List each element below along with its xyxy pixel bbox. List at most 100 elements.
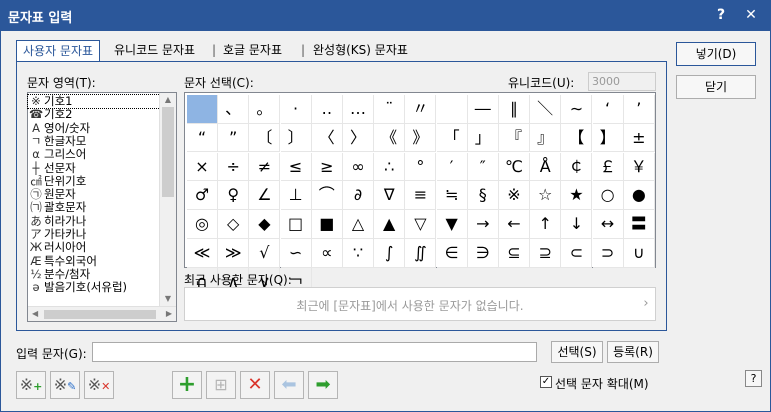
char-area-item[interactable]: A 영어/숫자 (28, 121, 160, 135)
char-cell[interactable]: ‥ (311, 95, 343, 124)
char-cell[interactable]: 〓 (623, 210, 655, 239)
input-chars-field[interactable] (92, 342, 537, 362)
char-cell[interactable]: × (187, 152, 218, 182)
tab-ks-charmap[interactable]: 완성형(KS) 문자표 (313, 40, 408, 62)
char-cell[interactable]: “ (187, 123, 218, 153)
char-cell[interactable]: 。 (249, 95, 281, 124)
char-cell[interactable]: ‘ (592, 95, 624, 124)
register-button[interactable]: 등록(R) (607, 341, 659, 363)
char-cell[interactable]: ※ (499, 181, 530, 210)
list-horizontal-scrollbar[interactable]: ◀ ▶ (28, 306, 176, 321)
char-cell[interactable]: ≫ (218, 239, 250, 268)
char-cell[interactable]: ★ (561, 181, 593, 210)
char-cell[interactable]: ← (499, 210, 530, 239)
char-cell[interactable]: ∼ (561, 95, 593, 124)
char-cell[interactable]: ′ (436, 152, 468, 182)
char-cell[interactable]: → (467, 210, 499, 239)
char-cell[interactable]: ∫ (374, 239, 406, 268)
char-grid[interactable]: 、。·‥…¨〃­―∥＼∼‘’ “”〔〕〈〉《》「」『』【】± ×÷≠≤≥∞∴°′″℃… (184, 92, 656, 297)
char-cell[interactable]: ↔ (592, 210, 624, 239)
char-cell[interactable]: ● (623, 181, 655, 210)
move-right-icon[interactable]: ➡ (308, 371, 338, 399)
char-cell[interactable]: ▼ (436, 210, 468, 239)
char-cell[interactable]: 〈 (311, 123, 343, 153)
char-cell[interactable]: ­ (436, 95, 468, 124)
select-button[interactable]: 선택(S) (551, 341, 603, 363)
char-cell[interactable]: ℃ (499, 152, 530, 182)
unicode-input[interactable]: 3000 (588, 72, 656, 91)
char-cell[interactable]: 』 (530, 123, 562, 153)
char-area-item[interactable]: ※ 기호1 (27, 93, 161, 110)
char-area-item[interactable]: Æ 특수외국어 (28, 254, 160, 268)
char-cell[interactable]: 」 (467, 123, 499, 153)
char-area-item[interactable]: α 그리스어 (28, 148, 160, 161)
char-cell[interactable]: ″ (467, 152, 499, 182)
char-cell[interactable]: 〔 (249, 123, 281, 153)
char-cell[interactable]: ” (218, 123, 250, 153)
char-cell[interactable]: 〃 (405, 95, 437, 124)
char-area-item[interactable]: ㉠ 원문자 (28, 188, 160, 201)
char-cell[interactable]: ∈ (436, 239, 468, 268)
scroll-thumb[interactable] (162, 107, 174, 197)
char-cell[interactable]: ≒ (436, 181, 468, 210)
char-cell[interactable]: ― (467, 95, 499, 124)
char-cell[interactable]: ± (623, 123, 655, 153)
char-cell[interactable]: Å (530, 152, 562, 182)
char-cell[interactable]: □ (280, 210, 312, 239)
char-cell[interactable]: ⊆ (499, 239, 530, 268)
char-cell[interactable]: ∋ (467, 239, 499, 268)
char-cell[interactable]: ⌒ (311, 181, 343, 210)
char-cell[interactable]: ▲ (374, 210, 406, 239)
char-area-item[interactable]: Ж 러시아어 (28, 241, 160, 254)
char-cell[interactable]: § (467, 181, 499, 210)
char-cell[interactable]: ＼ (530, 95, 562, 124)
char-cell[interactable]: ⊃ (592, 239, 624, 268)
char-area-item[interactable]: あ 히라가나 (28, 214, 160, 228)
char-area-item[interactable]: ☎기호2 (28, 108, 160, 121)
char-area-list[interactable]: ※ 기호1 ☎기호2 A 영어/숫자 ㄱ 한글자모 α 그리스어 ┼ 선문자 ㎠ 단위기호 ㉠ 원문자 ㈀ 괄호… (27, 92, 177, 322)
edit-charset-icon[interactable]: ※✎ (50, 371, 80, 399)
char-cell[interactable]: ≡ (405, 181, 437, 210)
scroll-left-icon[interactable]: ◀ (32, 309, 38, 318)
char-cell[interactable]: ∝ (311, 239, 343, 268)
char-area-item[interactable]: ㄱ 한글자모 (28, 134, 160, 148)
char-cell[interactable]: ≥ (311, 152, 343, 182)
char-cell[interactable]: ⊥ (280, 181, 312, 210)
char-cell[interactable]: ∇ (374, 181, 406, 210)
char-cell[interactable]: ∥ (499, 95, 530, 124)
char-cell[interactable]: ∵ (343, 239, 374, 268)
char-cell[interactable]: ∞ (343, 152, 374, 182)
char-cell[interactable]: ■ (311, 210, 343, 239)
scroll-right-icon[interactable]: ▶ (166, 309, 172, 318)
char-cell[interactable]: 〉 (343, 123, 374, 153)
char-cell[interactable]: ¨ (374, 95, 406, 124)
tab-unicode-charmap[interactable]: 유니코드 문자표 (114, 40, 195, 62)
char-cell[interactable]: ♂ (187, 181, 218, 210)
char-cell[interactable]: ♀ (218, 181, 250, 210)
char-cell[interactable]: ≠ (249, 152, 281, 182)
char-cell[interactable]: √ (249, 239, 281, 268)
help-icon[interactable]: ? (745, 370, 762, 387)
char-area-item[interactable]: ㎠ 단위기호 (28, 174, 160, 188)
char-cell[interactable]: ÷ (218, 152, 250, 182)
char-cell[interactable]: ’ (623, 95, 655, 124)
char-cell[interactable]: 「 (436, 123, 468, 153)
char-cell[interactable]: ◆ (249, 210, 281, 239)
char-cell[interactable]: ￥ (623, 152, 655, 182)
add-charset-icon[interactable]: ※+ (16, 371, 46, 399)
char-area-item[interactable]: ┼ 선문자 (28, 161, 160, 175)
char-area-item[interactable]: ㈀ 괄호문자 (28, 201, 160, 214)
char-cell[interactable]: ☆ (530, 181, 562, 210)
char-cell[interactable]: ⊇ (530, 239, 562, 268)
char-cell[interactable]: 》 (405, 123, 437, 153)
tab-user-charmap[interactable]: 사용자 문자표 (16, 40, 101, 63)
recent-chars-box[interactable]: 최근에 [문자표]에서 사용한 문자가 없습니다. › (184, 287, 656, 321)
char-cell[interactable]: ° (405, 152, 437, 182)
char-cell[interactable]: ▽ (405, 210, 437, 239)
char-cell[interactable]: 《 (374, 123, 406, 153)
char-cell[interactable]: ∴ (374, 152, 406, 182)
scroll-up-icon[interactable]: ▲ (162, 95, 174, 105)
char-cell[interactable]: ○ (592, 181, 624, 210)
char-area-item[interactable]: ½ 분수/첨자 (28, 267, 160, 281)
tab-hangul-charmap[interactable]: 호글 문자표 (223, 40, 282, 62)
